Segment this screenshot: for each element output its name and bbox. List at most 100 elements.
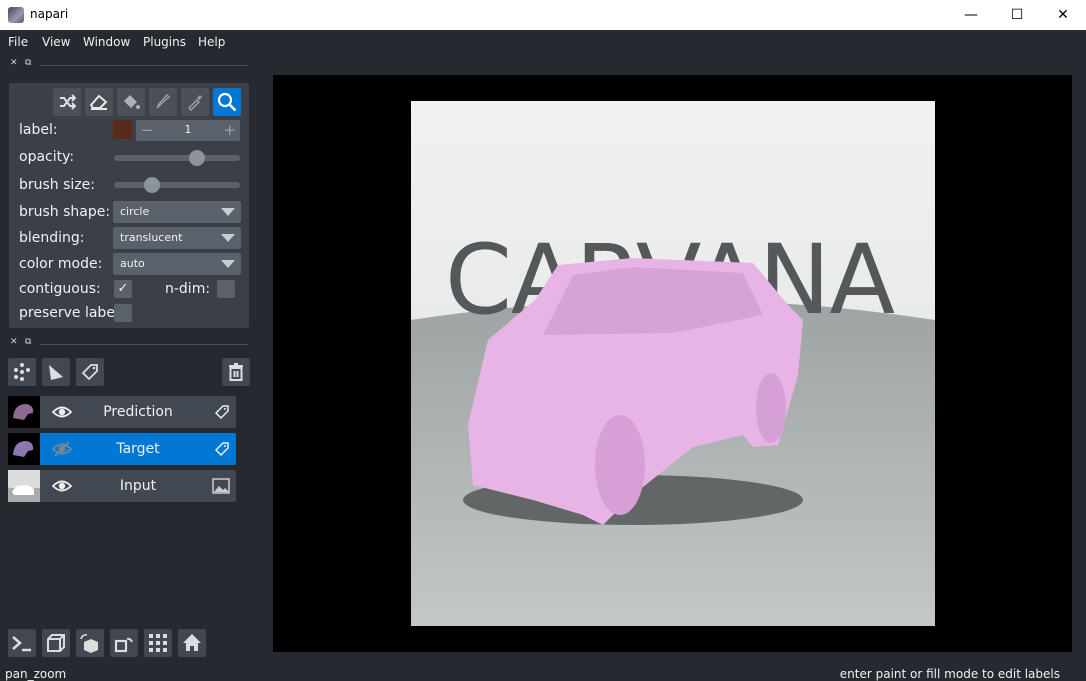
tag-icon <box>81 364 98 381</box>
ndim-label: n-dim: <box>165 281 211 297</box>
blending-value: translucent <box>120 231 183 244</box>
brush-shape-label: brush shape: <box>19 204 111 220</box>
layer-thumbnail <box>8 433 40 465</box>
maximize-button[interactable]: ☐ <box>994 0 1040 30</box>
menu-window[interactable]: Window <box>83 35 130 49</box>
delete-layer-button[interactable] <box>222 358 250 386</box>
opacity-slider-handle[interactable] <box>188 150 205 166</box>
grid-view-button[interactable] <box>144 629 172 657</box>
status-help: enter paint or fill mode to edit labels <box>839 667 1060 681</box>
viewer-canvas[interactable]: CARVANA <box>273 75 1072 652</box>
trash-icon <box>229 363 243 381</box>
eraser-icon <box>89 94 108 110</box>
layer-type <box>214 404 230 424</box>
layer-list-dock-header: ✕ ⧉ <box>10 337 248 351</box>
minimize-button[interactable]: — <box>948 0 994 30</box>
layer-item-prediction[interactable]: Prediction <box>8 396 236 428</box>
status-mode: pan_zoom <box>5 667 67 681</box>
menu-bar: File View Window Plugins Help <box>0 30 1086 54</box>
brush-size-slider-handle[interactable] <box>143 177 160 193</box>
labels-layer-icon <box>214 405 229 420</box>
opacity-label: opacity: <box>19 149 75 165</box>
layer-type <box>214 441 230 461</box>
layer-item-target[interactable]: Target <box>8 433 236 465</box>
chevron-down-icon <box>221 234 235 242</box>
toggle-ndisplay-button[interactable] <box>42 629 70 657</box>
window-title: napari <box>30 7 69 21</box>
color-mode-value: auto <box>120 257 145 270</box>
paint-bucket-icon <box>124 95 140 109</box>
napari-logo-icon <box>8 7 24 23</box>
rotate-cube-icon <box>80 634 98 653</box>
layer-controls-dock-header: ✕ ⧉ <box>10 58 248 72</box>
ndim-checkbox[interactable] <box>217 280 235 298</box>
eyedropper-icon <box>187 95 202 111</box>
transpose-dims-button[interactable] <box>110 629 138 657</box>
erase-button[interactable] <box>85 88 113 116</box>
image-view: CARVANA <box>411 101 935 626</box>
shapes-icon <box>49 365 63 380</box>
close-button[interactable]: ✕ <box>1040 0 1086 30</box>
fill-button[interactable] <box>117 88 145 116</box>
wheel-front <box>595 415 645 515</box>
pick-color-button[interactable] <box>181 88 209 116</box>
preserve-labels-label: preserve labels <box>19 305 127 321</box>
grid-icon <box>149 634 167 652</box>
chevron-down-icon <box>221 260 235 268</box>
preserve-labels-checkbox[interactable] <box>114 304 132 322</box>
paintbrush-icon <box>156 93 171 109</box>
home-button[interactable] <box>178 629 206 657</box>
new-points-layer-button[interactable] <box>8 358 36 386</box>
dock-float-button[interactable]: ⧉ <box>25 337 31 347</box>
menu-file[interactable]: File <box>8 35 28 49</box>
pan-zoom-button[interactable] <box>213 88 241 116</box>
color-mode-dropdown[interactable]: auto <box>113 253 241 275</box>
brush-shape-value: circle <box>120 205 150 218</box>
layer-thumbnail <box>8 396 40 428</box>
brush-size-label: brush size: <box>19 177 95 193</box>
terminal-icon <box>12 636 31 652</box>
roll-dims-button[interactable] <box>76 629 104 657</box>
divider <box>40 344 248 345</box>
menu-view[interactable]: View <box>42 35 70 49</box>
layer-type <box>212 478 230 498</box>
labels-layer-icon <box>214 442 229 457</box>
wheel-rear <box>756 373 786 443</box>
paint-button[interactable] <box>149 88 177 116</box>
transpose-icon <box>114 637 133 653</box>
label-color-swatch[interactable] <box>113 120 132 139</box>
layer-name: Prediction <box>103 404 173 420</box>
console-button[interactable] <box>8 629 36 657</box>
contiguous-checkbox[interactable]: ✓ <box>114 280 132 298</box>
blending-dropdown[interactable]: translucent <box>113 227 241 249</box>
cube-wireframe-icon <box>47 634 65 652</box>
shuffle-colors-button[interactable] <box>53 88 81 116</box>
opacity-slider[interactable] <box>114 150 240 166</box>
label-spinbox[interactable]: − 1 + <box>136 120 240 141</box>
points-icon <box>14 363 30 381</box>
layer-name: Input <box>119 478 157 494</box>
layer-thumbnail <box>8 470 40 502</box>
divider <box>40 65 248 66</box>
home-icon <box>183 634 201 651</box>
title-bar: napari — ☐ ✕ <box>0 0 1086 30</box>
contiguous-label: contiguous: <box>19 281 101 297</box>
dock-close-button[interactable]: ✕ <box>10 337 18 347</box>
chevron-down-icon <box>221 208 235 216</box>
new-labels-layer-button[interactable] <box>76 358 104 386</box>
layer-item-input[interactable]: Input <box>8 470 236 502</box>
blending-label: blending: <box>19 230 85 246</box>
menu-plugins[interactable]: Plugins <box>143 35 186 49</box>
menu-help[interactable]: Help <box>198 35 225 49</box>
shuffle-icon <box>60 94 76 110</box>
label-label: label: <box>19 122 58 138</box>
brush-shape-dropdown[interactable]: circle <box>113 201 241 223</box>
brush-size-slider[interactable] <box>114 177 240 193</box>
color-mode-label: color mode: <box>19 256 103 272</box>
dock-float-button[interactable]: ⧉ <box>25 58 31 68</box>
layer-name: Target <box>116 441 160 457</box>
new-shapes-layer-button[interactable] <box>42 358 70 386</box>
dock-close-button[interactable]: ✕ <box>10 58 18 68</box>
layer-controls: label: − 1 + opacity: brush size: brush … <box>9 83 249 328</box>
increment-button[interactable]: + <box>223 121 236 139</box>
